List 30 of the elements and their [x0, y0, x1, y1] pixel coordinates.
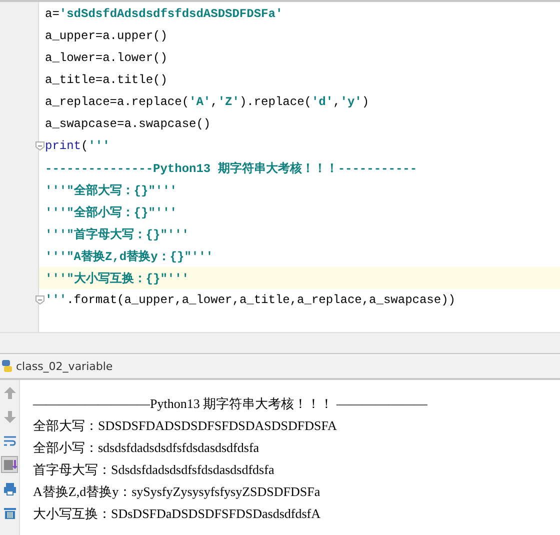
python-file-icon — [2, 359, 12, 373]
code-line: '''"大小写互换：{}"''' — [45, 270, 190, 286]
console-output-line: A替换Z,d替换y：sySysfyZysysyfsfysyZSDSDFDSFa — [33, 483, 322, 501]
fold-icon[interactable] — [35, 295, 45, 305]
code-line: a_lower=a.lower() — [45, 51, 168, 65]
console-output-line: 首字母大写：Sdsdsfdadsdsdfsfdsdasdsdfdsfa — [33, 461, 276, 479]
console-output-line: —————————Python13 期字符串大考核！！！ ——————— — [33, 395, 428, 413]
run-tab[interactable]: class_02_variable — [16, 360, 113, 372]
code-line: a_swapcase=a.swapcase() — [45, 117, 211, 131]
print-icon[interactable] — [2, 482, 16, 496]
up-arrow-icon[interactable] — [2, 386, 16, 400]
console-output-line: 全部大写：SDSDSFDADSDSDFSFDSDASDSDFDSFA — [33, 417, 338, 435]
scroll-to-end-icon[interactable] — [2, 458, 16, 472]
code-line: '''"全部大写：{}"''' — [45, 182, 178, 198]
code-line: print(''' — [45, 139, 110, 153]
code-line: '''.format(a_upper,a_lower,a_title,a_replace,a_swapcase)) — [45, 293, 456, 307]
code-line: '''"A替换Z,d替换y：{}"''' — [45, 248, 214, 264]
code-line: '''"首字母大写：{}"''' — [45, 226, 190, 242]
soft-wrap-icon[interactable] — [2, 434, 16, 448]
console-output-line: 大小写互换：SDsDSFDaDSDSDFSFDSDasdsdfdsfA — [33, 505, 322, 523]
console-output-line: 全部小写：sdsdsfdadsdsdfsfdsdasdsdfdsfa — [33, 439, 260, 457]
trash-icon[interactable] — [2, 506, 16, 520]
code-line: a_upper=a.upper() — [45, 29, 168, 43]
fold-icon[interactable] — [35, 141, 45, 151]
code-line: a='sdSdsfdAdsdsdfsfdsdASDSDFDSFa' — [45, 7, 283, 21]
code-line: '''"全部小写：{}"''' — [45, 204, 178, 220]
code-line: ---------------Python13 期字符串大考核！！！----------- — [45, 160, 418, 176]
code-line: a_replace=a.replace('A','Z').replace('d','y') — [45, 95, 370, 109]
code-line: a_title=a.title() — [45, 73, 168, 87]
down-arrow-icon[interactable] — [2, 410, 16, 424]
